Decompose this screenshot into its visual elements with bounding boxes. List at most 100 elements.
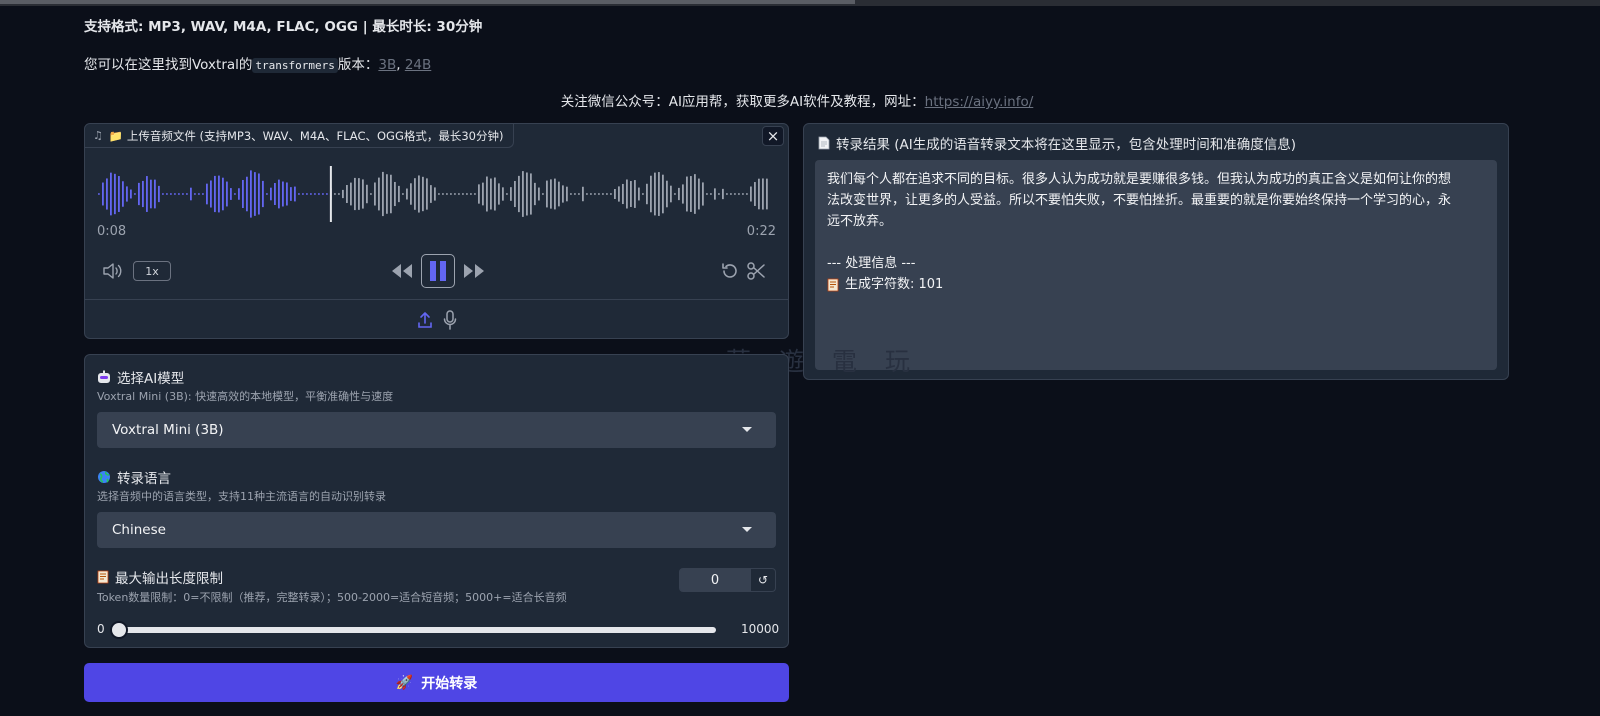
waveform-bar [526,172,528,216]
waveform-bar [734,193,736,195]
pause-button[interactable] [421,254,455,288]
waveform-bar [462,193,464,195]
waveform-bar [338,193,340,195]
waveform-bar [646,183,648,205]
rewind-icon[interactable] [389,260,415,282]
waveform-bar [730,193,732,195]
char-count: 生成字符数: 101 [845,277,944,292]
waveform-bar [162,193,164,195]
waveform-bar [714,188,716,200]
chevron-down-icon [742,427,752,432]
waveform-bar [722,188,724,200]
waveform-bar [694,174,696,214]
waveform-bar [578,193,580,195]
waveform-bar [218,175,220,213]
waveform-bar [454,193,456,195]
waveform-bar [238,188,240,200]
waveform-bar [474,193,476,195]
waveform-bar [398,185,400,203]
start-transcription-button[interactable]: 🚀 开始转录 [84,663,789,702]
follow-text: 关注微信公众号：AI应用帮，获取更多AI软件及教程，网址： [560,94,925,110]
max-tokens-value[interactable]: 0 [680,569,750,591]
link-3b[interactable]: 3B [378,57,396,73]
browser-scrollbar[interactable] [0,0,1600,6]
formats-info: 支持格式: MP3, WAV, M4A, FLAC, OGG | 最长时长: 3… [84,19,483,35]
waveform-bar [230,188,232,200]
waveform-bar [622,183,624,205]
waveform-bar [310,193,312,195]
waveform-bar [98,193,100,195]
waveform[interactable] [97,164,772,224]
scrollbar-thumb[interactable] [0,0,855,4]
upload-icon[interactable] [415,309,435,331]
result-title: 转录结果 (AI生成的语音转录文本将在这里显示，包含处理时间和准确度信息) [818,133,1296,153]
waveform-bar [138,182,140,206]
waveform-bar [582,186,584,202]
waveform-bar [542,193,544,195]
waveform-bar [294,186,296,202]
playback-speed-button[interactable]: 1x [133,261,171,281]
waveform-bar [510,187,512,201]
waveform-bar [674,193,676,195]
fast-forward-icon[interactable] [461,260,487,282]
waveform-bar [702,182,704,206]
memo-icon [827,278,839,292]
max-tokens-slider-handle[interactable] [110,621,128,639]
waveform-bar [630,181,632,207]
waveform-bar [498,183,500,205]
microphone-icon[interactable] [440,309,460,331]
waveform-bar [670,185,672,203]
waveform-bar [598,193,600,195]
waveform-bar [234,193,236,195]
close-audio-button[interactable]: × [762,126,784,146]
waveform-bar [210,180,212,208]
max-tokens-number-input[interactable]: 0 ↺ [679,568,776,592]
result-textbox[interactable]: 我们每个人都在追求不同的目标。很多人认为成功就是要赚很多钱。但我认为成功的真正含… [815,160,1497,370]
waveform-bar [302,193,304,195]
waveform-bar [434,187,436,201]
waveform-bar [150,179,152,209]
waveform-bar [610,193,612,195]
waveform-bar [102,182,104,206]
waveform-bar [590,193,592,195]
waveform-bar [650,175,652,213]
website-link[interactable]: https://aiyy.info/ [925,94,1034,110]
undo-icon[interactable] [719,260,741,282]
volume-icon[interactable] [101,259,125,283]
audio-upload-panel: ♫ 📁 上传音频文件 (支持MP3、WAV、M4A、FLAC、OGG格式，最长3… [84,123,789,339]
language-description: 选择音频中的语言类型，支持11种主流语言的自动识别转录 [97,490,386,503]
waveform-bar [406,188,408,200]
waveform-bar [390,174,392,214]
scissors-icon[interactable] [745,260,767,282]
waveform-bar [726,193,728,195]
waveform-bar [358,178,360,210]
current-time: 0:08 [97,224,127,239]
model-select[interactable]: Voxtral Mini (3B) [97,412,776,448]
waveform-bar [574,193,576,195]
link-24b[interactable]: 24B [405,57,431,73]
waveform-bar [566,186,568,202]
waveform-bar [266,193,268,195]
waveform-bar [634,180,636,208]
model-links-line: 您可以在这里找到Voxtral的 transformers 版本：3B, 24B [84,53,431,73]
waveform-bar [106,178,108,210]
result-line: 远不放弃。 [827,214,893,229]
reset-icon[interactable]: ↺ [750,569,775,591]
waveform-bar [690,176,692,212]
waveform-bar [226,181,228,207]
waveform-bar [178,193,180,195]
slider-max-label: 10000 [741,622,780,636]
waveform-bar [606,193,608,195]
language-select[interactable]: Chinese [97,512,776,548]
waveform-bar [190,187,192,201]
waveform-bar [466,193,468,195]
waveform-bar [642,193,644,195]
waveform-bar [478,184,480,204]
waveform-bar [170,193,172,195]
waveform-bar [298,193,300,195]
waveform-bar [678,187,680,201]
result-title-text: 转录结果 (AI生成的语音转录文本将在这里显示，包含处理时间和准确度信息) [836,137,1297,153]
playhead[interactable] [329,166,332,222]
max-tokens-slider-track[interactable] [115,627,716,633]
waveform-bar [182,193,184,195]
